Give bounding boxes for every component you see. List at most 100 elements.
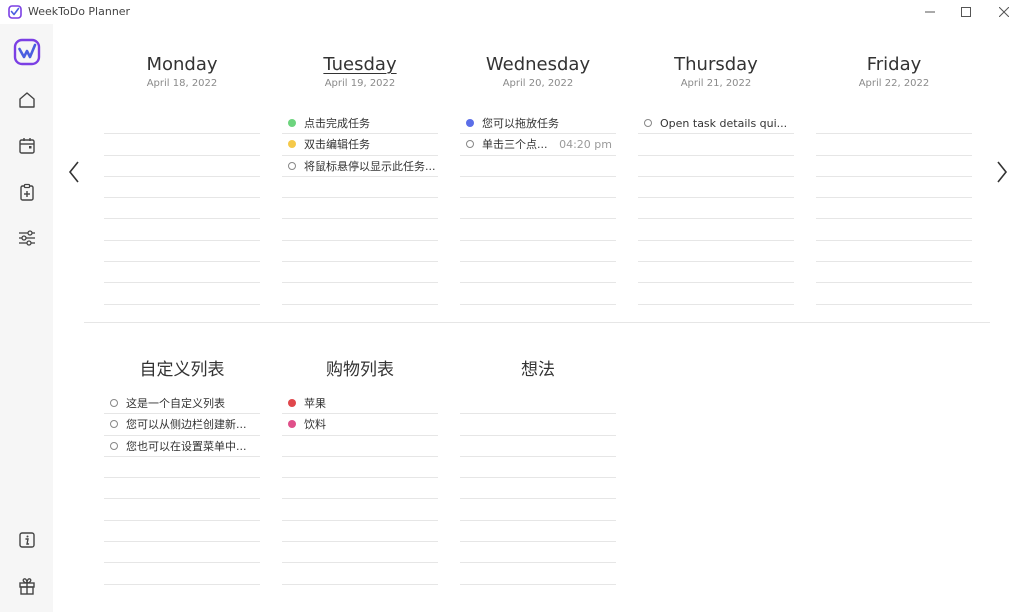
empty-task-slot[interactable] — [460, 414, 616, 436]
task-list[interactable]: 点击完成任务 双击编辑任务 将鼠标悬停以显示此任务... — [282, 113, 438, 305]
empty-task-slot[interactable] — [816, 177, 972, 199]
empty-task-slot[interactable] — [638, 156, 794, 177]
empty-task-slot[interactable] — [638, 283, 794, 305]
sidebar-item-home[interactable] — [13, 86, 41, 114]
empty-task-slot[interactable] — [282, 219, 438, 241]
task-item[interactable]: 单击三个点... 04:20 pm — [460, 134, 616, 156]
sidebar-item-donate[interactable] — [13, 572, 41, 600]
empty-task-slot[interactable] — [816, 156, 972, 177]
task-checkbox-icon[interactable] — [466, 140, 474, 149]
empty-task-slot[interactable] — [104, 113, 260, 135]
empty-task-slot[interactable] — [638, 262, 794, 284]
task-item[interactable]: 点击完成任务 — [282, 113, 438, 135]
empty-task-slot[interactable] — [816, 283, 972, 305]
empty-task-slot[interactable] — [638, 177, 794, 199]
empty-task-slot[interactable] — [104, 219, 260, 241]
empty-task-slot[interactable] — [282, 177, 438, 199]
task-color-dot-icon[interactable] — [288, 420, 296, 429]
task-item[interactable]: 双击编辑任务 — [282, 134, 438, 156]
empty-task-slot[interactable] — [282, 436, 438, 457]
empty-task-slot[interactable] — [104, 262, 260, 284]
day-title[interactable]: Friday — [816, 54, 972, 75]
empty-task-slot[interactable] — [104, 177, 260, 199]
task-color-dot-icon[interactable] — [466, 119, 474, 128]
task-list[interactable]: 这是一个自定义列表 您可以从侧边栏创建新... 您也可以在设置菜单中... — [104, 393, 260, 585]
task-item[interactable]: 饮料 — [282, 414, 438, 436]
day-title[interactable]: Wednesday — [460, 54, 616, 75]
empty-task-slot[interactable] — [104, 478, 260, 500]
task-item[interactable]: 您也可以在设置菜单中... — [104, 436, 260, 457]
next-week-button[interactable] — [990, 156, 1014, 188]
maximize-button[interactable] — [948, 0, 984, 24]
empty-task-slot[interactable] — [104, 283, 260, 305]
empty-task-slot[interactable] — [282, 241, 438, 263]
empty-task-slot[interactable] — [282, 283, 438, 305]
task-item[interactable]: 这是一个自定义列表 — [104, 393, 260, 415]
empty-task-slot[interactable] — [638, 241, 794, 263]
empty-task-slot[interactable] — [460, 478, 616, 500]
task-item[interactable]: 您可以从侧边栏创建新... — [104, 414, 260, 436]
empty-task-slot[interactable] — [104, 499, 260, 521]
empty-task-slot[interactable] — [816, 262, 972, 284]
empty-task-slot[interactable] — [638, 219, 794, 241]
sidebar-logo[interactable] — [13, 38, 41, 66]
close-button[interactable] — [986, 0, 1022, 24]
empty-task-slot[interactable] — [104, 134, 260, 156]
empty-task-slot[interactable] — [460, 283, 616, 305]
sidebar-item-settings[interactable] — [13, 224, 41, 252]
task-item[interactable]: 苹果 — [282, 393, 438, 415]
empty-task-slot[interactable] — [460, 499, 616, 521]
empty-task-slot[interactable] — [816, 241, 972, 263]
empty-task-slot[interactable] — [282, 262, 438, 284]
day-title[interactable]: Tuesday — [282, 54, 438, 75]
previous-week-button[interactable] — [62, 156, 86, 188]
task-list[interactable]: 苹果 饮料 — [282, 393, 438, 585]
empty-task-slot[interactable] — [460, 198, 616, 220]
task-item[interactable]: 将鼠标悬停以显示此任务... — [282, 156, 438, 177]
task-item[interactable]: Open task details qui... — [638, 113, 794, 135]
sidebar-item-custom-lists[interactable] — [13, 178, 41, 206]
empty-task-slot[interactable] — [460, 262, 616, 284]
empty-task-slot[interactable] — [816, 134, 972, 156]
empty-task-slot[interactable] — [460, 542, 616, 564]
empty-task-slot[interactable] — [282, 563, 438, 585]
custom-list-title[interactable]: 购物列表 — [282, 355, 438, 380]
empty-task-slot[interactable] — [104, 563, 260, 585]
task-checkbox-icon[interactable] — [110, 441, 118, 450]
empty-task-slot[interactable] — [816, 113, 972, 135]
empty-task-slot[interactable] — [104, 457, 260, 479]
empty-task-slot[interactable] — [460, 177, 616, 199]
empty-task-slot[interactable] — [282, 521, 438, 543]
empty-task-slot[interactable] — [460, 156, 616, 177]
task-color-dot-icon[interactable] — [288, 399, 296, 408]
sidebar-item-calendar[interactable] — [13, 132, 41, 160]
task-color-dot-icon[interactable] — [288, 119, 296, 128]
empty-task-slot[interactable] — [104, 542, 260, 564]
day-title[interactable]: Thursday — [638, 54, 794, 75]
task-list[interactable] — [460, 393, 616, 585]
day-title[interactable]: Monday — [104, 54, 260, 75]
empty-task-slot[interactable] — [460, 436, 616, 457]
task-color-dot-icon[interactable] — [288, 140, 296, 149]
empty-task-slot[interactable] — [104, 156, 260, 177]
empty-task-slot[interactable] — [282, 542, 438, 564]
task-list[interactable] — [816, 113, 972, 305]
empty-task-slot[interactable] — [104, 198, 260, 220]
empty-task-slot[interactable] — [638, 198, 794, 220]
empty-task-slot[interactable] — [460, 241, 616, 263]
empty-task-slot[interactable] — [460, 563, 616, 585]
task-checkbox-icon[interactable] — [644, 119, 652, 128]
empty-task-slot[interactable] — [460, 219, 616, 241]
empty-task-slot[interactable] — [282, 457, 438, 479]
empty-task-slot[interactable] — [460, 521, 616, 543]
empty-task-slot[interactable] — [816, 219, 972, 241]
empty-task-slot[interactable] — [282, 478, 438, 500]
task-list[interactable]: 您可以拖放任务 单击三个点... 04:20 pm — [460, 113, 616, 305]
task-checkbox-icon[interactable] — [110, 420, 118, 429]
task-list[interactable] — [104, 113, 260, 305]
custom-list-title[interactable]: 自定义列表 — [104, 355, 260, 380]
task-checkbox-icon[interactable] — [288, 161, 296, 170]
empty-task-slot[interactable] — [282, 198, 438, 220]
custom-list-title[interactable]: 想法 — [460, 355, 616, 380]
empty-task-slot[interactable] — [104, 241, 260, 263]
